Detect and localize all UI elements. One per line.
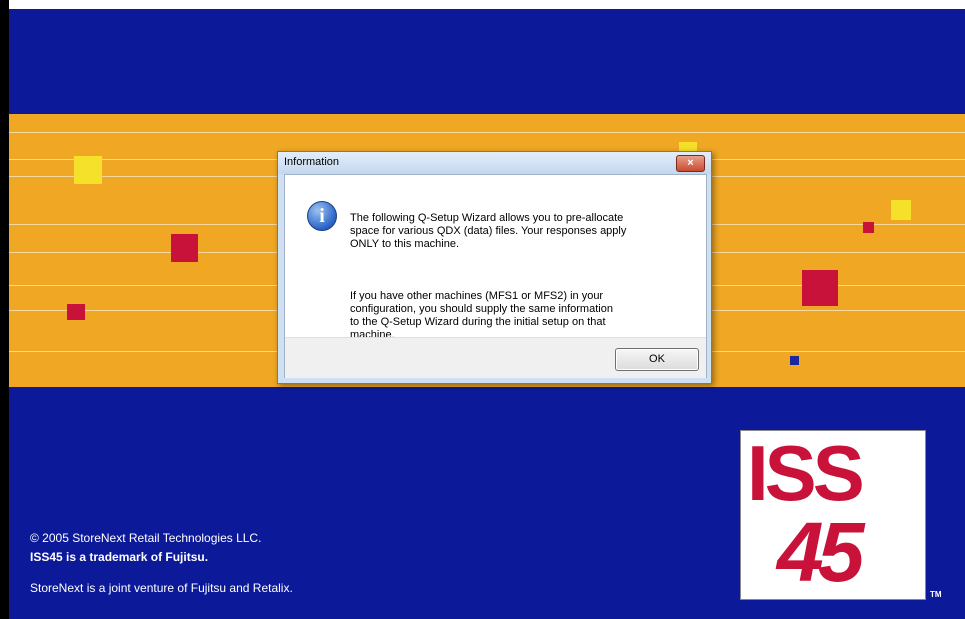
information-icon: i <box>307 201 337 231</box>
close-button[interactable]: × <box>676 155 705 172</box>
red-square <box>863 222 874 233</box>
copyright-line-3: StoreNext is a joint venture of Fujitsu … <box>30 581 293 595</box>
ok-button[interactable]: OK <box>615 348 699 371</box>
red-square <box>67 304 85 320</box>
dialog-footer: OK <box>285 337 706 378</box>
dialog-message: The following Q-Setup Wizard allows you … <box>350 199 695 355</box>
trademark-mark: TM <box>930 590 942 599</box>
blue-square <box>790 356 799 365</box>
dialog-titlebar[interactable]: Information × <box>278 152 711 174</box>
message-paragraph-1: The following Q-Setup Wizard allows you … <box>350 212 627 250</box>
logo-iss-text: ISS <box>747 429 865 517</box>
red-square <box>171 234 198 262</box>
dialog-title: Information <box>284 156 340 168</box>
dialog-content: i The following Q-Setup Wizard allows yo… <box>285 175 706 341</box>
iss45-logo: ISS 45 <box>740 430 926 600</box>
red-square <box>802 270 838 306</box>
dialog-client-area: i The following Q-Setup Wizard allows yo… <box>284 174 707 378</box>
yellow-square <box>891 200 911 220</box>
copyright-line-1: © 2005 StoreNext Retail Technologies LLC… <box>30 531 262 545</box>
information-dialog: Information × i The following Q-Setup Wi… <box>277 151 712 384</box>
left-border <box>0 0 9 619</box>
copyright-line-2: ISS45 is a trademark of Fujitsu. <box>30 550 209 564</box>
message-paragraph-2: If you have other machines (MFS1 or MFS2… <box>350 290 613 341</box>
band-line <box>9 132 965 133</box>
top-strip <box>9 0 965 9</box>
yellow-square <box>74 156 102 184</box>
logo-45-text: 45 <box>777 505 864 599</box>
